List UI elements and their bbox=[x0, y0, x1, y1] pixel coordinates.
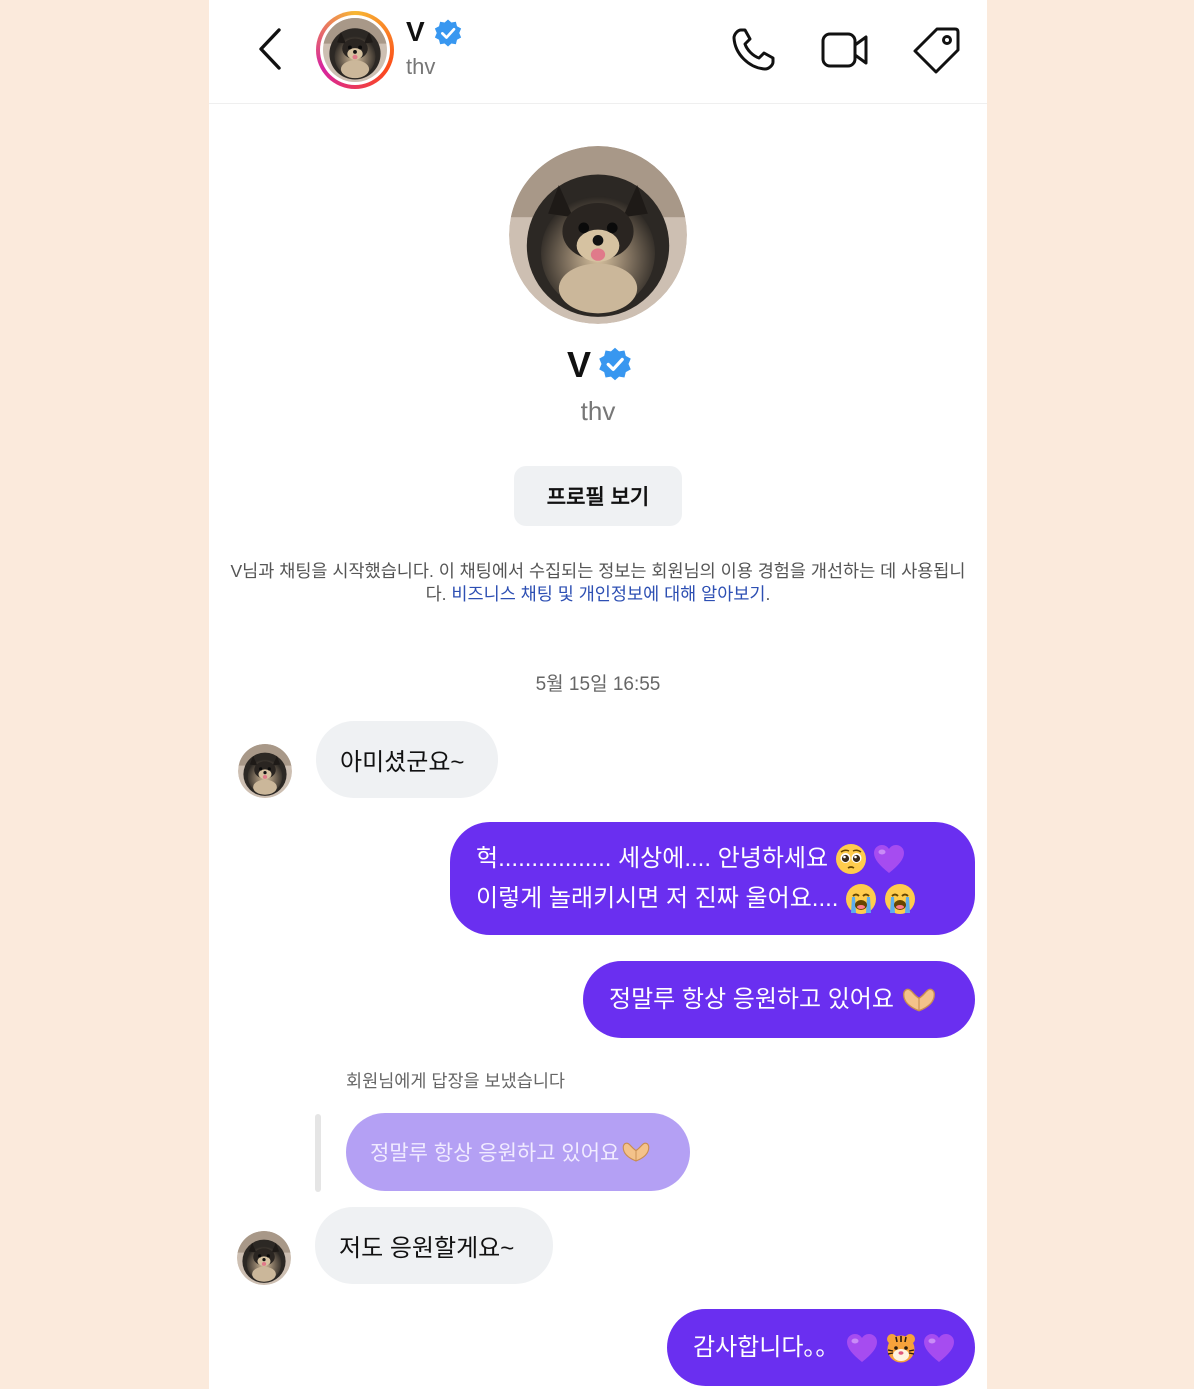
verified-badge-icon bbox=[597, 346, 633, 382]
message-text: 정말루 항상 응원하고 있어요 bbox=[609, 985, 894, 1013]
tag-icon[interactable] bbox=[911, 24, 963, 76]
message-bubble-incoming[interactable]: 아미셨군요~ bbox=[316, 721, 498, 798]
reply-note: 회원님에게 답장을 보냈습니다 bbox=[346, 1071, 566, 1091]
purple-heart-icon bbox=[846, 1333, 878, 1363]
header-username[interactable]: V bbox=[406, 16, 425, 48]
message-bubble-outgoing[interactable]: 정말루 항상 응원하고 있어요 bbox=[583, 961, 975, 1038]
message-text: 아미셨군요~ bbox=[340, 749, 465, 776]
chevron-left-icon[interactable] bbox=[253, 26, 287, 72]
message-timestamp: 5월 15일 16:55 bbox=[535, 674, 661, 695]
message-bubble-incoming[interactable]: 저도 응원할게요~ bbox=[315, 1207, 553, 1284]
header-handle[interactable]: thv bbox=[406, 54, 435, 80]
message-bubble-outgoing[interactable]: 헉................. 세상에.... 안녕하세요 이렇게 놀래키… bbox=[450, 822, 975, 935]
message-text: 저도 응원할게요~ bbox=[339, 1235, 515, 1262]
message-bubble-outgoing[interactable]: 감사합니다。。 bbox=[667, 1309, 975, 1386]
message-text: 헉................. 세상에.... 안녕하세요 bbox=[476, 844, 829, 872]
video-icon[interactable] bbox=[819, 24, 871, 76]
notice-period: . bbox=[765, 584, 771, 604]
view-profile-button[interactable]: 프로필 보기 bbox=[514, 466, 682, 526]
header-avatar[interactable] bbox=[316, 11, 394, 89]
purple-heart-icon bbox=[873, 844, 905, 874]
chat-screen: V thv V thv 프로필 보기 V님과 채팅을 시작했습니다. 이 채팅에… bbox=[209, 0, 987, 1389]
avatar-image bbox=[237, 1231, 291, 1285]
heart-hands-icon bbox=[621, 1139, 651, 1165]
privacy-link[interactable]: 비즈니스 채팅 및 개인정보에 대해 알아보기 bbox=[451, 584, 765, 604]
profile-avatar[interactable] bbox=[509, 146, 687, 324]
verified-badge-icon bbox=[433, 18, 463, 48]
avatar-image bbox=[509, 146, 687, 324]
avatar-image bbox=[323, 18, 387, 82]
message-text: 감사합니다。。 bbox=[693, 1333, 840, 1361]
pleading-face-icon bbox=[835, 843, 867, 875]
quoted-message[interactable]: 정말루 항상 응원하고 있어요 bbox=[346, 1113, 690, 1191]
message-line: 이렇게 놀래키시면 저 진짜 울어요.... bbox=[476, 879, 949, 919]
crying-face-icon bbox=[884, 883, 916, 915]
sender-avatar[interactable] bbox=[238, 744, 292, 798]
quoted-text: 정말루 항상 응원하고 있어요 bbox=[370, 1142, 620, 1165]
profile-name: V bbox=[567, 344, 592, 385]
profile-handle: thv bbox=[580, 396, 616, 426]
chat-header: V thv bbox=[209, 0, 987, 104]
sender-avatar[interactable] bbox=[237, 1231, 291, 1285]
crying-face-icon bbox=[845, 883, 877, 915]
phone-icon[interactable] bbox=[727, 24, 779, 76]
reply-quote-bar bbox=[315, 1114, 321, 1192]
heart-hands-icon bbox=[901, 985, 937, 1015]
tiger-face-icon bbox=[885, 1332, 917, 1364]
message-line: 감사합니다。。 bbox=[693, 1328, 949, 1368]
message-line: 정말루 항상 응원하고 있어요 bbox=[609, 980, 949, 1020]
purple-heart-icon bbox=[923, 1333, 955, 1363]
message-text: 이렇게 놀래키시면 저 진짜 울어요.... bbox=[476, 884, 839, 912]
chat-notice: V님과 채팅을 시작했습니다. 이 채팅에서 수집되는 정보는 회원님의 이용 … bbox=[223, 560, 973, 606]
avatar-image bbox=[238, 744, 292, 798]
message-line: 헉................. 세상에.... 안녕하세요 bbox=[476, 839, 949, 879]
